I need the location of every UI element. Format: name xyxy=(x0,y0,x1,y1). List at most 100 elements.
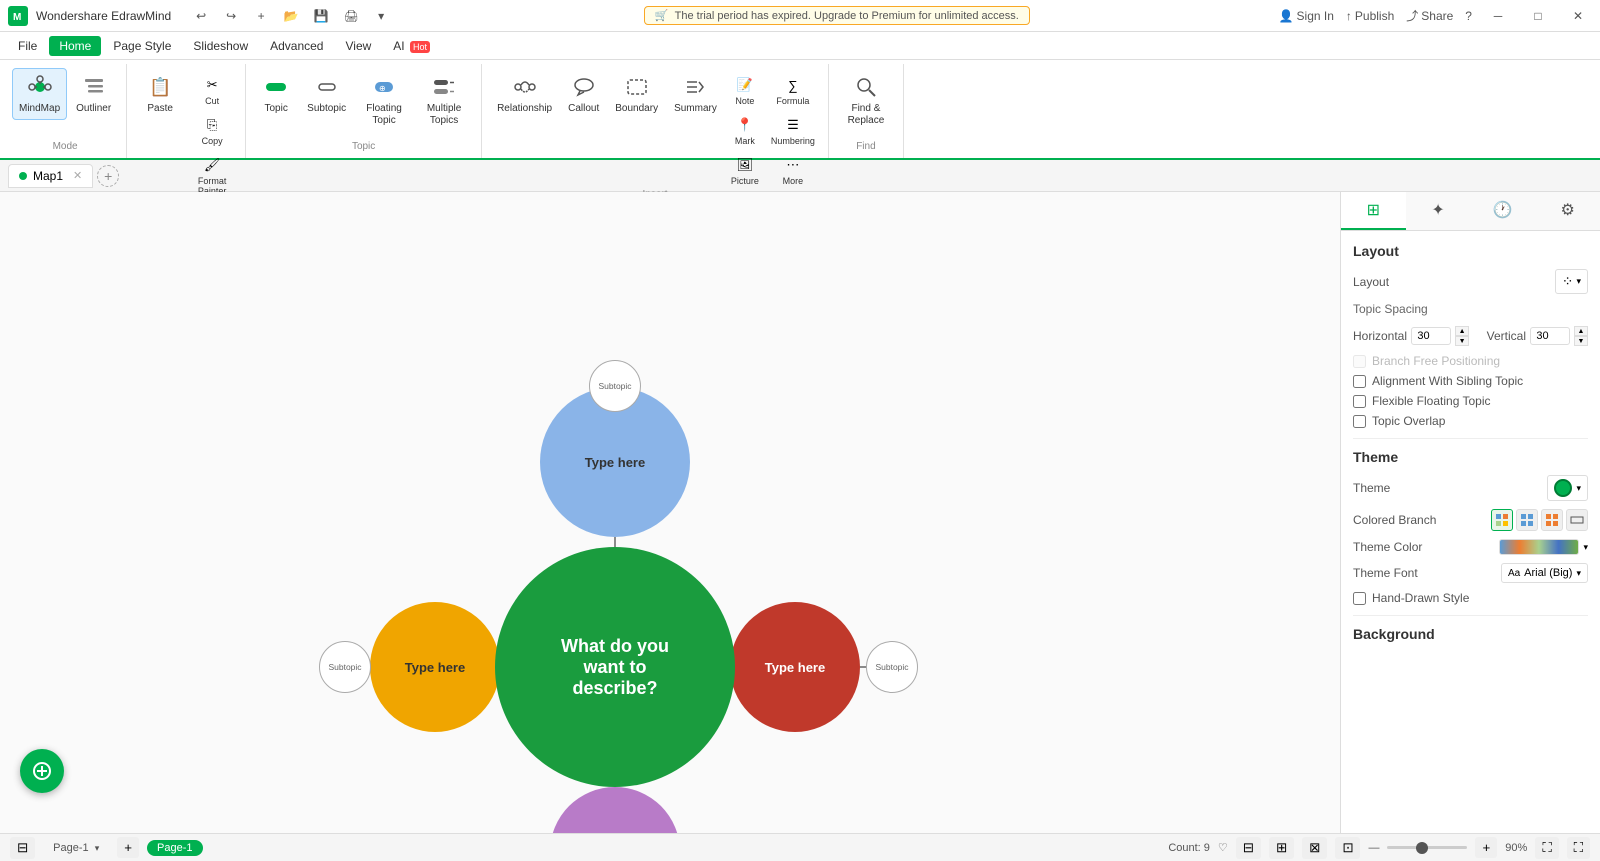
topic-btn[interactable]: Topic xyxy=(254,68,298,120)
redo-btn[interactable]: ↪ xyxy=(217,5,245,27)
new-btn[interactable]: + xyxy=(247,5,275,27)
page-tab-1[interactable]: Page-1 ▾ xyxy=(43,840,109,856)
save-btn[interactable]: 💾 xyxy=(307,5,335,27)
right-node[interactable]: Type here xyxy=(730,602,860,732)
cb-btn-2[interactable] xyxy=(1516,509,1538,531)
alignment-sibling-checkbox[interactable] xyxy=(1353,375,1366,388)
numbering-btn[interactable]: ☰ Numbering xyxy=(766,112,820,149)
canvas[interactable]: What do youwant todescribe? Type here Ty… xyxy=(0,192,1340,833)
mark-btn[interactable]: 📍 Mark xyxy=(726,112,764,149)
theme-font-selector[interactable]: Aa Arial (Big) ▾ xyxy=(1501,563,1588,583)
cb-btn-3[interactable] xyxy=(1541,509,1563,531)
paste-btn[interactable]: 📋 Paste xyxy=(135,68,185,120)
panel-tab-style[interactable]: ✦ xyxy=(1406,192,1471,230)
more-insert-btn[interactable]: ⋯ More xyxy=(766,152,820,189)
menu-page-style[interactable]: Page Style xyxy=(103,36,181,56)
copy-btn[interactable]: ⎘ Copy xyxy=(187,112,237,149)
topic-overlap-checkbox[interactable] xyxy=(1353,415,1366,428)
undo-btn[interactable]: ↩ xyxy=(187,5,215,27)
horizontal-up[interactable]: ▲ xyxy=(1455,326,1469,336)
floating-topic-btn[interactable]: ⊕ Floating Topic xyxy=(355,68,413,132)
publish-btn[interactable]: ↑ Publish xyxy=(1346,9,1394,23)
summary-btn[interactable]: Summary xyxy=(667,68,724,120)
map1-tab[interactable]: Map1 ✕ xyxy=(8,164,93,188)
horizontal-down[interactable]: ▼ xyxy=(1455,336,1469,346)
sub-top-node[interactable]: Subtopic xyxy=(589,360,641,412)
subtopic-btn[interactable]: Subtopic xyxy=(300,68,353,120)
view-mode-2-btn[interactable]: ⊞ xyxy=(1269,837,1294,859)
theme-color-control[interactable]: ▾ xyxy=(1499,539,1588,555)
cb-btn-4[interactable] xyxy=(1566,509,1588,531)
signin-btn[interactable]: 👤 Sign In xyxy=(1279,9,1334,23)
panel-tab-layout[interactable]: ⊞ xyxy=(1341,192,1406,230)
close-btn[interactable]: ✕ xyxy=(1564,5,1592,27)
boundary-btn[interactable]: Boundary xyxy=(608,68,665,120)
zoom-slider[interactable] xyxy=(1387,846,1467,849)
panel-tab-settings[interactable]: ⚙ xyxy=(1535,192,1600,230)
sub-right-node[interactable]: Subtopic xyxy=(866,641,918,693)
alignment-sibling-row: Alignment With Sibling Topic xyxy=(1353,374,1588,388)
menu-home[interactable]: Home xyxy=(49,36,101,56)
active-page-tab[interactable]: Page-1 xyxy=(147,840,202,856)
toggle-panel-btn[interactable]: ⊟ xyxy=(10,837,35,859)
zoom-plus-btn[interactable]: + xyxy=(1475,837,1497,858)
cb-btn-1[interactable] xyxy=(1491,509,1513,531)
left-node[interactable]: Type here xyxy=(370,602,500,732)
add-tab-btn[interactable]: + xyxy=(97,165,119,187)
view-mode-4-btn[interactable]: ⊡ xyxy=(1335,837,1360,859)
branch-free-checkbox[interactable] xyxy=(1353,355,1366,368)
outliner-btn[interactable]: Outliner xyxy=(69,68,118,120)
trial-banner: 🛒 The trial period has expired. Upgrade … xyxy=(644,6,1030,25)
hand-drawn-checkbox[interactable] xyxy=(1353,592,1366,605)
more-quick-btn[interactable]: ▾ xyxy=(367,5,395,27)
hand-drawn-row: Hand-Drawn Style xyxy=(1353,591,1588,605)
right-panel: ⊞ ✦ 🕐 ⚙ Layout Layout ⁘ ▾ xyxy=(1340,192,1600,833)
multiple-topics-btn[interactable]: Multiple Topics xyxy=(415,68,473,132)
picture-btn[interactable]: 🖼 Picture xyxy=(726,152,764,189)
flexible-floating-checkbox[interactable] xyxy=(1353,395,1366,408)
menu-view[interactable]: View xyxy=(335,36,381,56)
formula-btn[interactable]: ∑ Formula xyxy=(766,72,820,109)
view-mode-3-btn[interactable]: ⊠ xyxy=(1302,837,1327,859)
menu-file[interactable]: File xyxy=(8,36,47,56)
menu-ai[interactable]: AI Hot xyxy=(383,36,440,56)
vertical-down[interactable]: ▼ xyxy=(1574,336,1588,346)
vertical-up[interactable]: ▲ xyxy=(1574,326,1588,336)
vertical-input[interactable] xyxy=(1530,327,1570,345)
center-node[interactable]: What do youwant todescribe? xyxy=(495,547,735,787)
panel-tab-history[interactable]: 🕐 xyxy=(1471,192,1536,230)
print-btn[interactable]: 🖨 xyxy=(337,5,365,27)
add-page-btn[interactable]: + xyxy=(117,837,139,858)
layout-selector[interactable]: ⁘ ▾ xyxy=(1555,269,1588,294)
menu-slideshow[interactable]: Slideshow xyxy=(183,36,258,56)
open-btn[interactable]: 📂 xyxy=(277,5,305,27)
view-mode-1-btn[interactable]: ⊟ xyxy=(1236,837,1261,859)
topic-overlap-row: Topic Overlap xyxy=(1353,414,1588,428)
font-dropdown-icon: ▾ xyxy=(1576,568,1581,579)
theme-selector[interactable]: ▾ xyxy=(1547,475,1588,501)
horizontal-input[interactable] xyxy=(1411,327,1451,345)
summary-icon xyxy=(681,73,709,101)
menu-advanced[interactable]: Advanced xyxy=(260,36,333,56)
find-replace-btn[interactable]: Find & Replace xyxy=(837,68,895,132)
relationship-btn[interactable]: Relationship xyxy=(490,68,559,120)
fullscreen-btn[interactable]: ⛶ xyxy=(1567,837,1590,859)
fit-screen-btn[interactable]: ⛶ xyxy=(1535,837,1558,859)
maximize-btn[interactable]: □ xyxy=(1524,5,1552,27)
callout-btn[interactable]: Callout xyxy=(561,68,606,120)
minimize-btn[interactable]: ─ xyxy=(1484,5,1512,27)
find-replace-icon xyxy=(852,73,880,101)
bottom-node[interactable]: Type here xyxy=(550,787,680,833)
share-btn[interactable]: ⤴ Share xyxy=(1406,7,1453,24)
note-btn[interactable]: 📝 Note xyxy=(726,72,764,109)
cut-btn[interactable]: ✂ Cut xyxy=(187,72,237,109)
layout-tab-icon: ⊞ xyxy=(1367,200,1380,220)
multiple-topics-label: Multiple Topics xyxy=(422,103,466,127)
mindmap-btn[interactable]: MindMap xyxy=(12,68,67,120)
sub-left-node[interactable]: Subtopic xyxy=(319,641,371,693)
statusbar: ⊟ Page-1 ▾ + Page-1 Count: 9 ♡ ⊟ ⊞ ⊠ ⊡ —… xyxy=(0,833,1600,861)
font-aa-icon: Aa xyxy=(1508,568,1520,579)
divider-1 xyxy=(1353,438,1588,439)
help-btn[interactable]: ? xyxy=(1465,9,1472,23)
floating-action-btn[interactable] xyxy=(20,749,64,793)
